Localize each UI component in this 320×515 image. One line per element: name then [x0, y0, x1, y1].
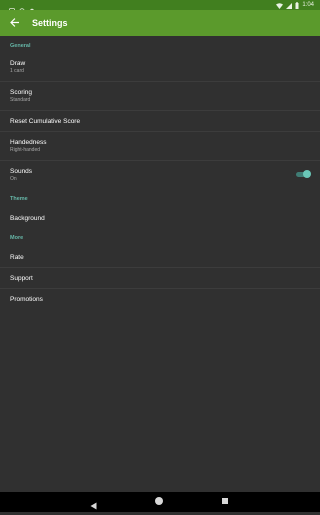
back-triangle-icon[interactable]: [90, 497, 97, 515]
toggle-thumb: [303, 170, 311, 178]
pref-summary: On: [10, 176, 17, 182]
page-title: Settings: [32, 18, 68, 28]
pref-title: Background: [10, 215, 45, 222]
pref-background[interactable]: Background: [0, 208, 320, 229]
pref-handedness[interactable]: Handedness Right-handed: [0, 132, 320, 161]
pref-summary: Standard: [10, 97, 31, 103]
pref-summary: Right-handed: [10, 147, 41, 153]
circle-icon: [29, 1, 35, 14]
pref-promotions[interactable]: Promotions: [0, 289, 320, 310]
pref-title: Rate: [10, 254, 24, 261]
pref-title: Reset Cumulative Score: [10, 118, 81, 125]
status-left-icons: [9, 1, 35, 14]
sync-icon: [19, 1, 25, 14]
pref-title: Scoring: [10, 89, 33, 96]
notification-icon: [9, 1, 15, 14]
status-time: 1:04: [302, 2, 314, 8]
pref-title: Sounds: [10, 168, 33, 175]
pref-rate[interactable]: Rate: [0, 247, 320, 268]
pref-scoring[interactable]: Scoring Standard: [0, 82, 320, 111]
arrow-back-icon: [9, 14, 19, 32]
pref-title: Draw: [10, 60, 26, 67]
pref-reset-cumulative-score[interactable]: Reset Cumulative Score: [0, 111, 320, 132]
pref-draw[interactable]: Draw 1 card: [0, 53, 320, 82]
settings-list: General Draw 1 card Scoring Standard Res…: [0, 36, 320, 310]
pref-summary: 1 card: [10, 68, 24, 74]
back-button[interactable]: [6, 15, 22, 31]
section-header-theme: Theme: [10, 196, 28, 202]
pref-title: Promotions: [10, 296, 43, 303]
home-circle-icon[interactable]: [155, 497, 163, 505]
section-header-general: General: [10, 43, 31, 49]
pref-sounds[interactable]: Sounds On: [0, 161, 320, 190]
recents-square-icon[interactable]: [222, 498, 228, 504]
pref-title: Support: [10, 275, 33, 282]
section-header-more: More: [10, 235, 24, 241]
status-right-icons: 1:04: [276, 0, 314, 10]
app-bar: Settings: [0, 10, 320, 36]
pref-title: Handedness: [10, 139, 47, 146]
sounds-toggle[interactable]: [296, 170, 311, 178]
system-nav-bar: [0, 492, 320, 512]
pref-support[interactable]: Support: [0, 268, 320, 289]
status-bar: 1:04: [0, 0, 320, 14]
